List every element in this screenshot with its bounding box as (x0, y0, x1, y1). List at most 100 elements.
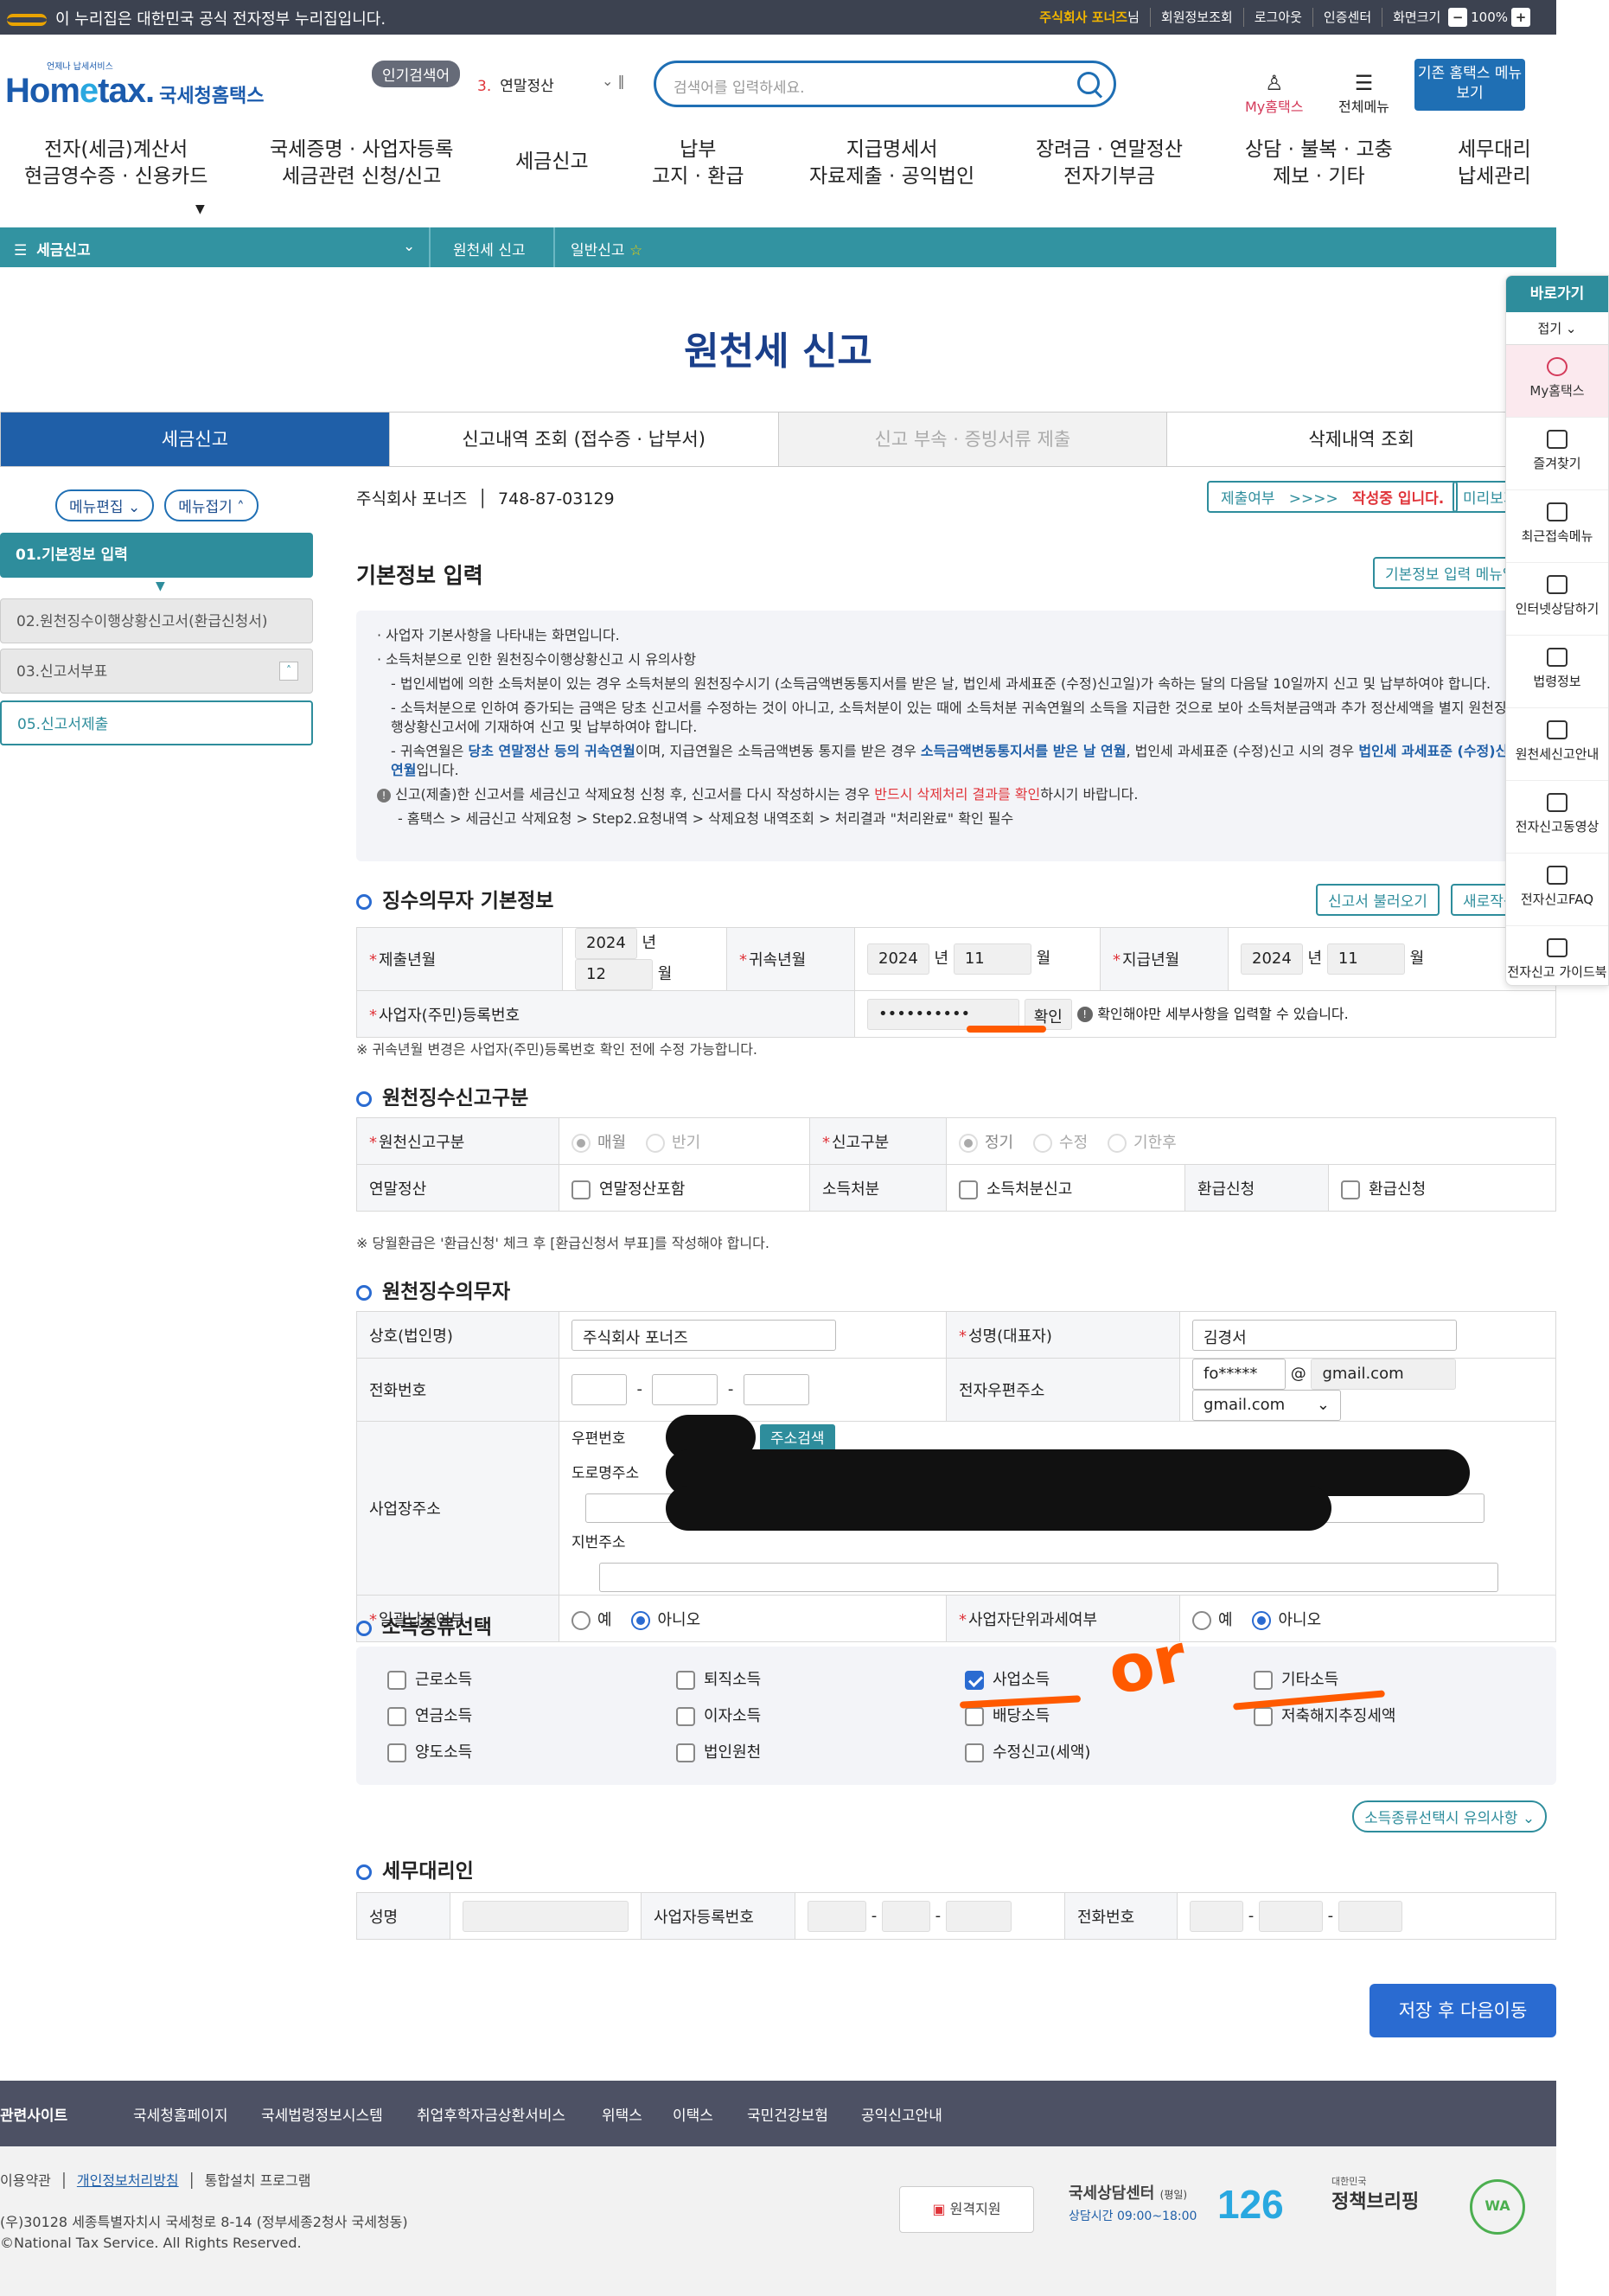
quick-withholding-guide[interactable]: 원천세신고안내 (1506, 708, 1608, 781)
income-business[interactable]: 사업소득 (965, 1667, 1050, 1690)
zoom-in-button[interactable]: + (1511, 8, 1530, 27)
member-info-link[interactable]: 회원정보조회 (1149, 8, 1243, 27)
quick-video[interactable]: 전자신고동영상 (1506, 781, 1608, 854)
unit-no-radio[interactable] (1252, 1610, 1272, 1630)
income-retirement[interactable]: 퇴직소득 (676, 1667, 761, 1690)
search-input[interactable]: 검색어를 입력하세요. (654, 61, 1116, 107)
lot-address-input[interactable] (599, 1563, 1498, 1592)
phone-3-input[interactable] (743, 1374, 809, 1405)
footer-link[interactable]: 공익신고안내 (861, 2103, 942, 2125)
remote-support-button[interactable]: ▣ 원격지원 (899, 2186, 1034, 2233)
nav-item-statement[interactable]: 지급명세서 자료제출 · 공익법인 (809, 137, 974, 190)
nav-item-tax-report[interactable]: 세금신고 (515, 149, 589, 176)
install-link[interactable]: 통합설치 프로그램 (205, 2172, 311, 2189)
email-domain-select[interactable]: gmail.com ⌄ (1192, 1390, 1341, 1421)
footer-link[interactable]: 국민건강보험 (747, 2103, 828, 2125)
old-hometax-button[interactable]: 기존 홈택스 메뉴 보기 (1414, 59, 1525, 111)
logout-link[interactable]: 로그아웃 (1242, 8, 1312, 27)
agent-phone-3-input[interactable] (1338, 1900, 1402, 1932)
privacy-link[interactable]: 개인정보처리방침 (77, 2172, 179, 2189)
agent-phone-2-input[interactable] (1258, 1900, 1323, 1932)
chevron-down-icon[interactable]: ⌄ ‖ (602, 73, 625, 89)
nav-item-incentive[interactable]: 장려금 · 연말정산 전자기부금 (1036, 137, 1183, 190)
pay-month-input[interactable]: 11 (1326, 943, 1405, 975)
chevron-down-icon[interactable]: ⌄ (403, 238, 415, 255)
submit-month-input[interactable]: 12 (575, 959, 653, 990)
breadcrumb-menu[interactable]: ☰ 세금신고 (14, 238, 91, 259)
bulk-no-radio[interactable] (631, 1610, 651, 1630)
sidebar-item-basic-info[interactable]: 01.기본정보 입력 (0, 533, 313, 578)
email-id-input[interactable]: fo***** (1192, 1359, 1286, 1390)
footer-link[interactable]: 국세법령정보시스템 (261, 2103, 383, 2125)
sidebar-item-withholding-report[interactable]: 02.원천징수이행상황신고서(환급신청서) (0, 598, 313, 643)
income-transfer[interactable]: 양도소득 (387, 1740, 472, 1762)
menu-fold-button[interactable]: 메뉴접기 ˄ (164, 489, 259, 521)
breadcrumb-level2[interactable]: 원천세 신고 (453, 238, 526, 259)
breadcrumb-level3[interactable]: 일반신고 ☆ (571, 238, 642, 259)
policy-brief-logo[interactable]: 정책브리핑 (1331, 2186, 1419, 2214)
tab-deleted-history[interactable]: 삭제내역 조회 (1166, 413, 1555, 466)
nav-item-einvoice[interactable]: 전자(세금)계산서 현금영수증 · 신용카드 (24, 137, 208, 190)
agent-biz-2-input[interactable] (881, 1900, 930, 1932)
quick-recent[interactable]: 최근접속메뉴 (1506, 490, 1608, 563)
quick-law[interactable]: 법령정보 (1506, 636, 1608, 708)
quick-my-hometax[interactable]: My홈택스 (1506, 345, 1608, 418)
hometax-logo[interactable]: 언제나 납세서비스 Hometax. 국세청홈택스 (5, 59, 265, 111)
agent-phone-1-input[interactable] (1190, 1900, 1243, 1932)
quick-fold-button[interactable]: 접기 ⌄ (1506, 312, 1608, 345)
all-menu-button[interactable]: ☰ 전체메뉴 (1338, 71, 1389, 116)
nav-item-certificate[interactable]: 국세증명 · 사업자등록 세금관련 신청/신고 (270, 137, 453, 190)
sidebar-item-submit[interactable]: 05.신고서제출 (0, 700, 313, 745)
nav-active-caret-icon: ▼ (195, 202, 205, 216)
search-icon[interactable] (1077, 72, 1100, 94)
quick-faq[interactable]: 전자신고FAQ (1506, 854, 1608, 926)
phone-1-input[interactable] (571, 1374, 627, 1405)
agent-biz-3-input[interactable] (945, 1900, 1012, 1932)
submit-year-input[interactable]: 2024 (575, 928, 637, 959)
income-corporate[interactable]: 법인원천 (676, 1740, 761, 1762)
footer-link[interactable]: 위택스 (602, 2103, 642, 2125)
main-nav: 전자(세금)계산서 현금영수증 · 신용카드 국세증명 · 사업자등록 세금관련 신… (0, 130, 1556, 216)
save-next-button[interactable]: 저장 후 다음이동 (1370, 1984, 1556, 2037)
quick-guidebook[interactable]: 전자신고 가이드북 (1506, 926, 1608, 985)
menu-edit-button[interactable]: 메뉴편집 ⌄ (55, 489, 155, 521)
pay-year-input[interactable]: 2024 (1241, 943, 1303, 975)
income-amend-tax[interactable]: 수정신고(세액) (965, 1740, 1090, 1762)
email-domain-input[interactable]: gmail.com (1311, 1359, 1457, 1390)
quick-consult[interactable]: 인터넷상담하기 (1506, 563, 1608, 636)
footer-link[interactable]: 취업후학자금상환서비스 (417, 2103, 565, 2125)
zoom-out-button[interactable]: − (1448, 8, 1468, 27)
refund-checkbox[interactable] (1341, 1180, 1360, 1199)
nav-item-agent[interactable]: 세무대리 납세관리 (1458, 137, 1531, 190)
tab-report-history[interactable]: 신고내역 조회 (접수증 · 납부서) (388, 413, 778, 466)
auth-center-link[interactable]: 인증센터 (1312, 8, 1382, 27)
footer-link[interactable]: 국세청홈페이지 (133, 2103, 227, 2125)
terms-link[interactable]: 이용약관 (0, 2172, 51, 2189)
quick-favorites[interactable]: 즐겨찾기 (1506, 418, 1608, 490)
income-interest[interactable]: 이자소득 (676, 1704, 761, 1726)
representative-input[interactable]: 김경서 (1192, 1319, 1457, 1351)
year-end-checkbox[interactable] (571, 1180, 591, 1199)
income-caution-button[interactable]: 소득종류선택시 유의사항 ⌄ (1352, 1800, 1548, 1832)
company-name-input[interactable]: 주식회사 포너즈 (571, 1319, 836, 1351)
income-other[interactable]: 기타소득 (1254, 1667, 1338, 1690)
tab-tax-report[interactable]: 세금신고 (1, 413, 389, 466)
popular-search-item[interactable]: 3. 연말정산 (477, 74, 554, 95)
income-disposal-checkbox[interactable] (959, 1180, 978, 1199)
my-hometax-button[interactable]: ♙ My홈택스 (1245, 71, 1303, 116)
income-savings-penalty[interactable]: 저축해지추징세액 (1254, 1704, 1395, 1726)
bulk-yes-radio[interactable] (571, 1610, 591, 1630)
phone-2-input[interactable] (652, 1374, 718, 1405)
income-labor[interactable]: 근로소득 (387, 1667, 472, 1690)
unit-yes-radio[interactable] (1192, 1610, 1211, 1630)
belong-year-input[interactable]: 2024 (867, 943, 929, 975)
load-report-button[interactable]: 신고서 불러오기 (1316, 884, 1440, 916)
nav-item-payment[interactable]: 납부 고지 · 환급 (652, 137, 744, 190)
income-pension[interactable]: 연금소득 (387, 1704, 472, 1726)
belong-month-input[interactable]: 11 (953, 943, 1031, 975)
nav-item-consult[interactable]: 상담 · 불복 · 고충 제보 · 기타 (1245, 137, 1393, 190)
footer-link[interactable]: 이택스 (673, 2103, 713, 2125)
agent-name-input[interactable] (463, 1900, 629, 1932)
sidebar-item-appendix[interactable]: 03.신고서부표 ˄ (0, 649, 313, 694)
agent-biz-1-input[interactable] (808, 1900, 866, 1932)
